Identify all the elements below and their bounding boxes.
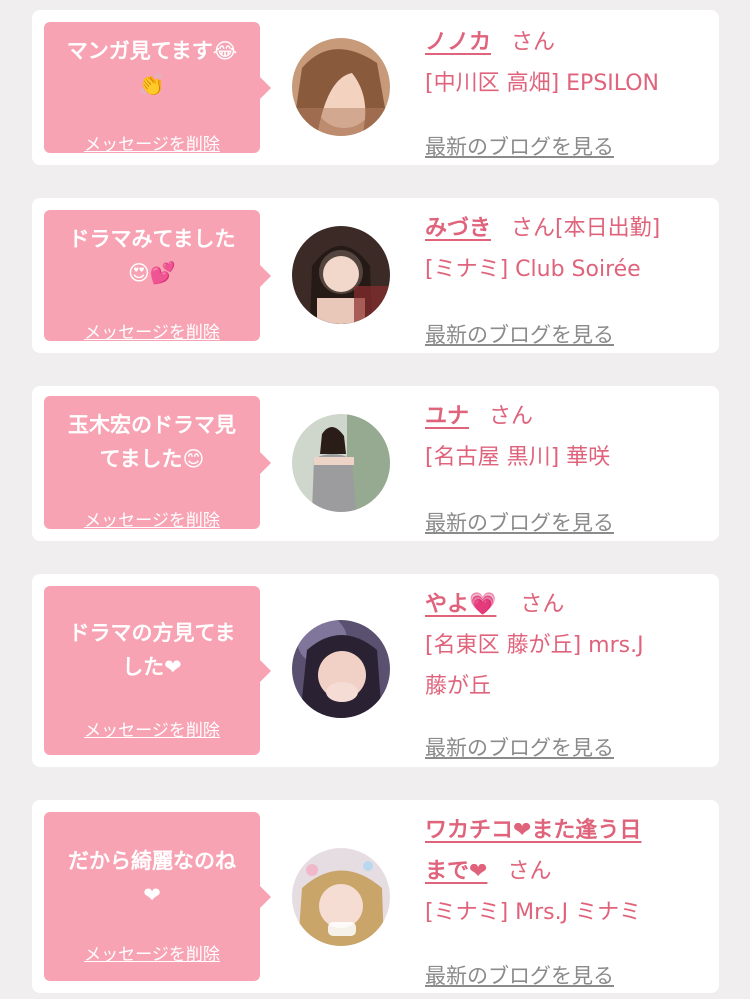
latest-blog-link[interactable]: 最新のブログを見る bbox=[425, 131, 614, 161]
honorific: さん bbox=[511, 216, 556, 241]
cast-info: ユナ さん [名古屋 黒川] 華咲 最新のブログを見る bbox=[425, 396, 715, 535]
attendance-status: [本日出勤] bbox=[555, 216, 661, 241]
avatar[interactable] bbox=[292, 414, 390, 512]
message-card: ドラマの方見てま した❤ メッセージを削除 やよ💗 さん [名東区 藤が丘] mr… bbox=[32, 574, 719, 767]
cast-name-link[interactable]: ユナ bbox=[425, 404, 469, 429]
avatar[interactable] bbox=[292, 226, 390, 324]
avatar[interactable] bbox=[292, 848, 390, 946]
shop-info: [ミナミ] Mrs.J ミナミ bbox=[425, 900, 642, 925]
message-line: 👏 bbox=[138, 73, 166, 97]
message-line: マンガ見てます😂 bbox=[66, 39, 238, 63]
shop-line: [名東区 藤が丘] mrs.J bbox=[425, 633, 644, 658]
honorific: さん bbox=[520, 592, 565, 617]
name-row: ワカチコ❤また逢う日 まで❤ さん bbox=[425, 810, 715, 892]
message-text: だから綺麗なのね ❤ bbox=[52, 844, 252, 912]
shop-info: [名東区 藤が丘] mrs.J 藤が丘 bbox=[425, 625, 715, 707]
avatar[interactable] bbox=[292, 38, 390, 136]
cast-info: みづき さん[本日出勤] [ミナミ] Club Soirée 最新のブログを見る bbox=[425, 208, 715, 347]
latest-blog-link[interactable]: 最新のブログを見る bbox=[425, 960, 614, 990]
delete-message-link[interactable]: メッセージを削除 bbox=[44, 318, 260, 343]
shop-info: [名古屋 黒川] 華咲 bbox=[425, 445, 611, 470]
latest-blog-link[interactable]: 最新のブログを見る bbox=[425, 319, 614, 349]
honorific: さん bbox=[511, 30, 556, 55]
delete-message-link[interactable]: メッセージを削除 bbox=[44, 940, 260, 965]
message-line: ドラマみてました bbox=[68, 227, 236, 251]
message-card: 玉木宏のドラマ見 てました😊 メッセージを削除 ユナ さん [名古屋 黒川] 華咲… bbox=[32, 386, 719, 541]
message-bubble: ドラマみてました 😍💕 メッセージを削除 bbox=[44, 210, 271, 343]
delete-message-link[interactable]: メッセージを削除 bbox=[44, 506, 260, 531]
honorific: さん bbox=[507, 859, 552, 884]
shop-line: 藤が丘 bbox=[425, 674, 492, 699]
cast-info: ノノカ さん [中川区 高畑] EPSILON 最新のブログを見る bbox=[425, 22, 715, 159]
cast-name-link[interactable]: やよ💗 bbox=[425, 592, 496, 617]
name-row: やよ💗 さん bbox=[425, 584, 715, 625]
shop-info: [中川区 高畑] EPSILON bbox=[425, 71, 660, 96]
cast-name-link-cont[interactable]: まで❤ bbox=[425, 859, 487, 884]
message-text: ドラマの方見てま した❤ bbox=[52, 616, 252, 684]
cast-name-link[interactable]: ノノカ bbox=[425, 30, 491, 55]
name-row: みづき さん[本日出勤] bbox=[425, 208, 715, 249]
message-line: 😍💕 bbox=[127, 261, 177, 285]
message-card: マンガ見てます😂 👏 メッセージを削除 ノノカ さん [中川区 高畑] EPSIL… bbox=[32, 10, 719, 165]
latest-blog-link[interactable]: 最新のブログを見る bbox=[425, 732, 614, 762]
message-line: てました😊 bbox=[99, 447, 205, 471]
message-card: ドラマみてました 😍💕 メッセージを削除 みづき さん[本日出勤] [ミナミ] C… bbox=[32, 198, 719, 353]
message-bubble: だから綺麗なのね ❤ メッセージを削除 bbox=[44, 812, 271, 981]
cast-name-link[interactable]: ワカチコ❤また逢う日 bbox=[425, 818, 641, 843]
shop-info: [ミナミ] Club Soirée bbox=[425, 257, 641, 282]
message-line: ドラマの方見てま bbox=[68, 621, 236, 645]
message-line: 玉木宏のドラマ見 bbox=[68, 413, 236, 437]
message-text: ドラマみてました 😍💕 bbox=[52, 222, 252, 290]
delete-message-link[interactable]: メッセージを削除 bbox=[44, 130, 260, 155]
message-card: だから綺麗なのね ❤ メッセージを削除 ワカチコ❤また逢う日 まで❤ さん [ミナ… bbox=[32, 800, 719, 993]
delete-message-link[interactable]: メッセージを削除 bbox=[44, 716, 260, 741]
message-text: マンガ見てます😂 👏 bbox=[52, 34, 252, 102]
message-bubble: ドラマの方見てま した❤ メッセージを削除 bbox=[44, 586, 271, 755]
latest-blog-link[interactable]: 最新のブログを見る bbox=[425, 507, 614, 537]
message-line: だから綺麗なのね bbox=[68, 849, 236, 873]
message-bubble: マンガ見てます😂 👏 メッセージを削除 bbox=[44, 22, 271, 155]
message-text: 玉木宏のドラマ見 てました😊 bbox=[52, 408, 252, 476]
honorific: さん bbox=[489, 404, 534, 429]
name-row: ノノカ さん bbox=[425, 22, 715, 63]
message-line: ❤ bbox=[143, 883, 161, 907]
name-row: ユナ さん bbox=[425, 396, 715, 437]
avatar[interactable] bbox=[292, 620, 390, 718]
cast-name-link[interactable]: みづき bbox=[425, 216, 491, 241]
cast-info: ワカチコ❤また逢う日 まで❤ さん [ミナミ] Mrs.J ミナミ 最新のブログを… bbox=[425, 810, 715, 988]
message-bubble: 玉木宏のドラマ見 てました😊 メッセージを削除 bbox=[44, 396, 271, 531]
cast-info: やよ💗 さん [名東区 藤が丘] mrs.J 藤が丘 最新のブログを見る bbox=[425, 584, 715, 760]
message-line: した❤ bbox=[122, 655, 182, 679]
